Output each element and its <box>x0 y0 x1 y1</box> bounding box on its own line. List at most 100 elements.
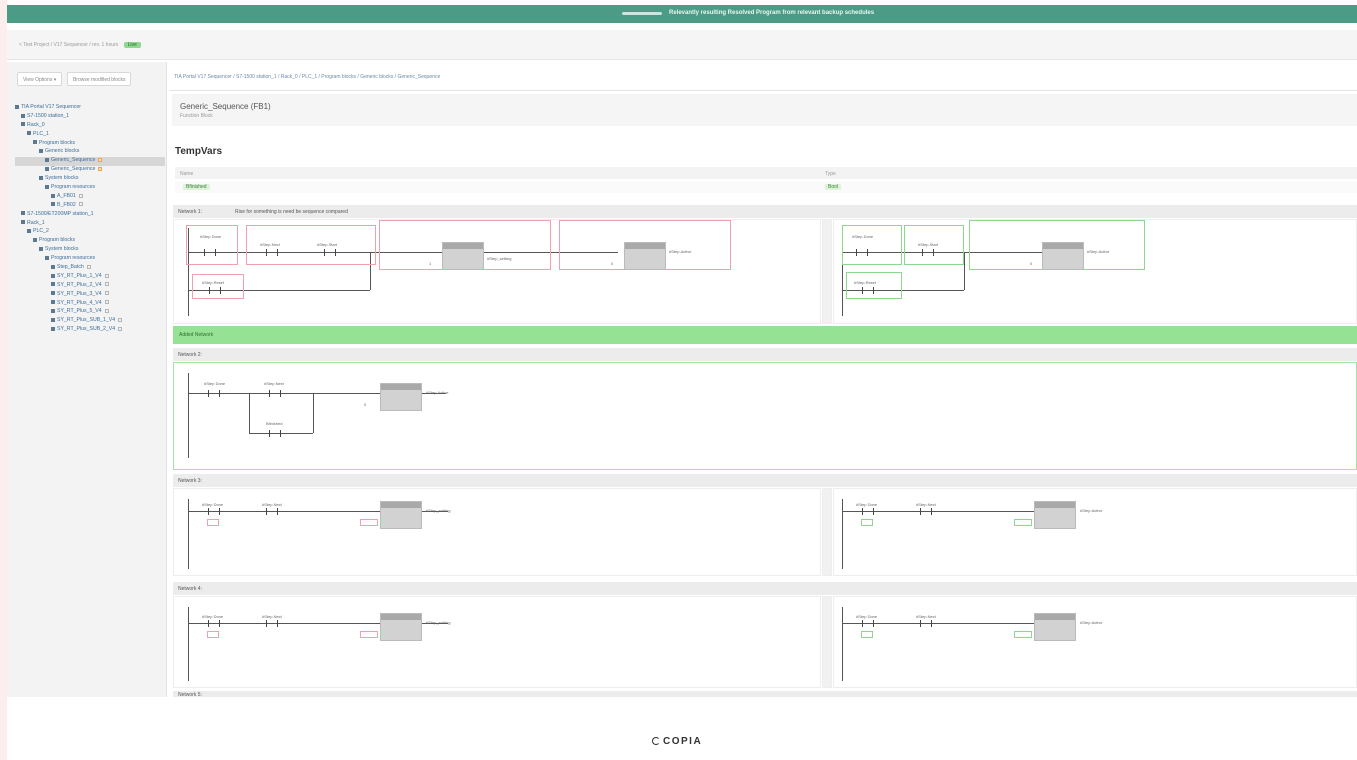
tree-item[interactable]: TIA Portal V17 Sequencer <box>15 104 165 113</box>
tree-item[interactable]: Generic_Sequence <box>15 157 165 167</box>
tree-item-label: Program blocks <box>39 237 76 244</box>
banner-indicator <box>622 12 662 15</box>
tree-item-label: Program resources <box>51 255 96 262</box>
tree-item[interactable]: PLC_2 <box>15 228 165 237</box>
tree-item[interactable]: Program blocks <box>15 140 165 149</box>
contact-label: #Step.Next <box>916 614 936 619</box>
contact-label: #Step Done <box>202 614 224 619</box>
table-row[interactable]: Bfinished Bool <box>175 181 1357 193</box>
tree-item[interactable]: S7-1500/ET200MP station_1 <box>15 211 165 220</box>
tree-item[interactable]: Rack_0 <box>15 122 165 131</box>
tree-item[interactable]: Generic_Sequence <box>15 166 165 175</box>
network-diff-right: #Step Done #Step.Next #Step.Active <box>833 596 1357 688</box>
network-header[interactable]: Network 4: <box>173 582 1357 595</box>
folder-icon <box>45 166 49 171</box>
tree-item-label: Rack_1 <box>27 219 45 226</box>
tree-item[interactable]: Program resources <box>15 255 165 264</box>
tree-item-label: Rack_0 <box>27 121 45 128</box>
divider <box>170 90 1357 91</box>
contact-symbol <box>208 620 220 627</box>
network-header[interactable]: Network 2: <box>173 348 1357 361</box>
folder-icon <box>51 193 55 198</box>
network-header[interactable]: Network 1: Rise for something is need be… <box>173 205 1357 218</box>
diff-removed-box <box>207 631 219 638</box>
tree-item-label: Generic_Sequence <box>51 166 96 173</box>
tree-item-label: B_FB02 <box>57 201 76 208</box>
repo-crumb-text[interactable]: < Test Project / V17 Sequencer / rev. 1 … <box>19 42 118 48</box>
contact-label: #Step Done <box>200 234 222 239</box>
contact-label: #Step.Start <box>918 242 939 247</box>
browse-modified-button[interactable]: Browse modified blocks <box>66 72 132 86</box>
tree-item[interactable]: SY_RT_Plus_SUB_1_V4 <box>15 317 165 326</box>
contact-symbol <box>862 287 874 294</box>
contact-label: #Step Done <box>202 502 224 507</box>
diff-divider <box>822 488 832 576</box>
folder-icon <box>45 184 49 189</box>
tree-item[interactable]: SY_RT_Plus_SUB_2_V4 <box>15 326 165 335</box>
contact-symbol <box>269 430 281 437</box>
folder-icon <box>21 220 25 225</box>
tree-item-label: S7-1500 station_1 <box>27 112 70 119</box>
contact-label: #Step Done <box>856 502 878 507</box>
project-tree-sidebar: View Options ▾ Browse modified blocks TI… <box>7 62 167 697</box>
move-block[interactable] <box>1042 242 1084 270</box>
tree-item-label: Step_Batch <box>57 264 84 271</box>
contact-symbol <box>266 249 278 256</box>
main-content: TIA Portal V17 Sequencer / S7-1500 stati… <box>170 62 1357 698</box>
tree-item-label: PLC_2 <box>33 228 49 235</box>
diff-added-box <box>1014 519 1032 526</box>
tree-item[interactable]: Program blocks <box>15 237 165 246</box>
diff-divider <box>822 596 832 688</box>
tree-item[interactable]: B_FB02 <box>15 202 165 211</box>
tree-item[interactable]: Generic blocks <box>15 148 165 157</box>
move-block[interactable] <box>442 242 484 270</box>
output-label: #Step.Active <box>1080 620 1103 625</box>
tree-item[interactable]: Program resources <box>15 184 165 193</box>
tree-item[interactable]: SY_RT_Plus_2_V4 <box>15 282 165 291</box>
contact-symbol <box>208 390 220 397</box>
contact-symbol <box>920 508 932 515</box>
tree-item[interactable]: SY_RT_Plus_5_V4 <box>15 308 165 317</box>
tree-item[interactable]: SY_RT_Plus_3_V4 <box>15 291 165 300</box>
network-comment: Rise for something is need be sequence c… <box>235 209 348 215</box>
tree-item[interactable]: System blocks <box>15 246 165 255</box>
move-block[interactable] <box>1034 501 1076 529</box>
move-block[interactable] <box>380 383 422 411</box>
move-block[interactable] <box>380 501 422 529</box>
copia-logo: COPIA <box>652 736 702 747</box>
input-value: 0 <box>1030 261 1033 266</box>
added-network-panel: #Step Done #Step.Next Bfinished #Step.Ac… <box>173 362 1357 470</box>
folder-icon <box>15 104 19 109</box>
rung-wire <box>249 393 250 433</box>
tree-item[interactable]: A_FB01 <box>15 193 165 202</box>
tree-item[interactable]: SY_RT_Plus_1_V4 <box>15 273 165 282</box>
move-block[interactable] <box>624 242 666 270</box>
tree-item[interactable]: S7-1500 station_1 <box>15 113 165 122</box>
banner-text: Relevantly resulting Resolved Program fr… <box>669 10 875 16</box>
network-header[interactable]: Network 3: <box>173 474 1357 487</box>
tempvars-heading: TempVars <box>175 146 223 157</box>
tree-item[interactable]: Step_Batch <box>15 264 165 273</box>
tree-item[interactable]: PLC_1 <box>15 131 165 140</box>
contact-symbol <box>266 508 278 515</box>
block-title: Generic_Sequence (FB1) <box>180 102 271 111</box>
breadcrumb[interactable]: TIA Portal V17 Sequencer / S7-1500 stati… <box>174 74 440 80</box>
contact-symbol <box>208 508 220 515</box>
contact-symbol <box>209 287 221 294</box>
view-options-button[interactable]: View Options ▾ <box>17 72 63 86</box>
contact-symbol <box>856 249 868 256</box>
changed-marker-icon <box>104 291 109 296</box>
vars-table-header: Name Type <box>175 167 1357 179</box>
folder-icon <box>21 113 25 118</box>
move-block[interactable] <box>1034 613 1076 641</box>
tree-item[interactable]: SY_RT_Plus_4_V4 <box>15 300 165 309</box>
diff-added-box <box>861 631 873 638</box>
network-header[interactable]: Network 5: <box>173 691 1357 698</box>
repo-crumb[interactable]: < Test Project / V17 Sequencer / rev. 1 … <box>19 42 141 48</box>
tree-item[interactable]: System blocks <box>15 175 165 184</box>
tree-item[interactable]: Rack_1 <box>15 220 165 229</box>
folder-icon <box>45 157 49 162</box>
move-block[interactable] <box>380 613 422 641</box>
changed-marker-icon <box>118 318 123 322</box>
tree-item-label: System blocks <box>45 175 79 182</box>
